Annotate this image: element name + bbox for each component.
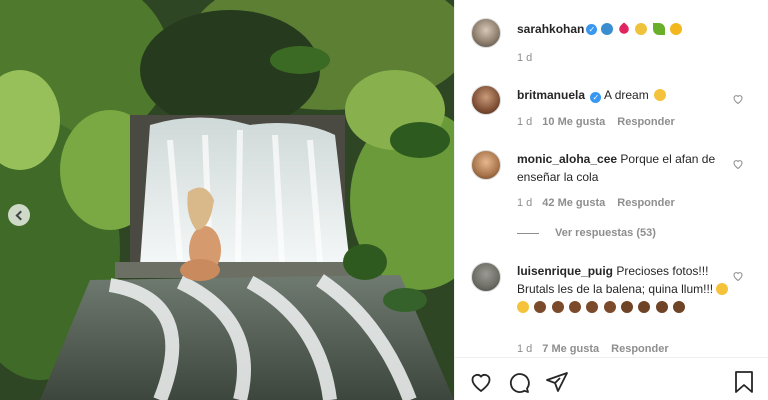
comment-likes[interactable]: 42 Me gusta — [542, 197, 605, 209]
muscle-emoji-icon — [638, 301, 651, 313]
clap-emoji-icon — [569, 301, 582, 313]
smile-emoji-icon — [517, 301, 529, 313]
comment-likes[interactable]: 10 Me gusta — [542, 116, 605, 128]
divider — [517, 232, 539, 234]
reply-button[interactable]: Responder — [617, 197, 674, 209]
reply-button[interactable]: Responder — [611, 343, 668, 355]
verified-badge-icon: ✓ — [586, 23, 598, 35]
author-avatar[interactable] — [471, 18, 501, 48]
comment-meta: 1 d 42 Me gusta Responder — [517, 197, 675, 209]
view-replies-label: Ver respuestas (53) — [555, 227, 656, 239]
like-comment-heart-icon[interactable] — [732, 158, 744, 170]
like-heart-icon[interactable] — [469, 370, 493, 394]
comment-body: luisenrique_puig Precioses fotos!!! Brut… — [517, 262, 742, 316]
verified-badge-icon: ✓ — [590, 92, 602, 103]
comment-time: 1 d — [517, 343, 533, 355]
leaf-icon — [652, 22, 665, 35]
chevron-left-icon — [15, 210, 26, 220]
comment-username[interactable]: britmanuela — [517, 88, 585, 102]
share-paper-plane-icon[interactable] — [545, 370, 569, 394]
author-username[interactable]: sarahkohan — [517, 22, 584, 36]
comment-likes[interactable]: 7 Me gusta — [542, 343, 599, 355]
sun-icon — [669, 22, 682, 35]
clap-emoji-icon — [603, 301, 616, 313]
comment-time: 1 d — [517, 116, 533, 128]
waterfall-image — [0, 0, 454, 400]
praying-hands-icon — [635, 22, 648, 35]
comment-bubble-icon[interactable] — [507, 370, 531, 394]
caption-time: 1 d — [517, 52, 533, 64]
comment-time: 1 d — [517, 197, 533, 209]
like-comment-heart-icon[interactable] — [732, 93, 744, 105]
post-photo[interactable] — [0, 0, 454, 400]
heart-eyes-emoji-icon — [654, 89, 667, 101]
view-replies-button[interactable]: Ver respuestas (53) — [517, 227, 656, 239]
globe-icon — [601, 22, 614, 35]
comments-panel: sarahkohan ✓ 1 d britmanuela ✓ A dream 1… — [454, 0, 768, 400]
muscle-emoji-icon — [621, 301, 634, 313]
muscle-emoji-icon — [655, 301, 668, 313]
heart-emoji-icon — [617, 21, 632, 36]
like-comment-heart-icon[interactable] — [732, 270, 744, 282]
clap-emoji-icon — [586, 301, 599, 313]
carousel-prev-button[interactable] — [8, 204, 30, 226]
comment-text: A dream — [604, 88, 649, 102]
clap-emoji-icon — [534, 301, 547, 313]
clap-emoji-icon — [551, 301, 564, 313]
caption-emojis — [601, 21, 683, 36]
smile-emoji-icon — [716, 283, 729, 295]
comment-username[interactable]: luisenrique_puig — [517, 264, 613, 278]
comment-avatar[interactable] — [471, 150, 501, 180]
post-actions-bar — [455, 357, 768, 400]
comment-body: monic_aloha_cee Porque el afan de enseña… — [517, 150, 757, 186]
caption-row: sarahkohan ✓ — [517, 21, 684, 36]
comment-username[interactable]: monic_aloha_cee — [517, 152, 617, 166]
comment-body: britmanuela ✓ A dream — [517, 86, 757, 104]
reply-button[interactable]: Responder — [617, 116, 674, 128]
comment-avatar[interactable] — [471, 85, 501, 115]
comment-meta: 1 d 10 Me gusta Responder — [517, 116, 675, 128]
comment-meta: 1 d 7 Me gusta Responder — [517, 343, 669, 355]
comment-avatar[interactable] — [471, 262, 501, 292]
thumbs-up-emoji-icon — [673, 301, 686, 313]
save-bookmark-icon[interactable] — [733, 370, 755, 394]
